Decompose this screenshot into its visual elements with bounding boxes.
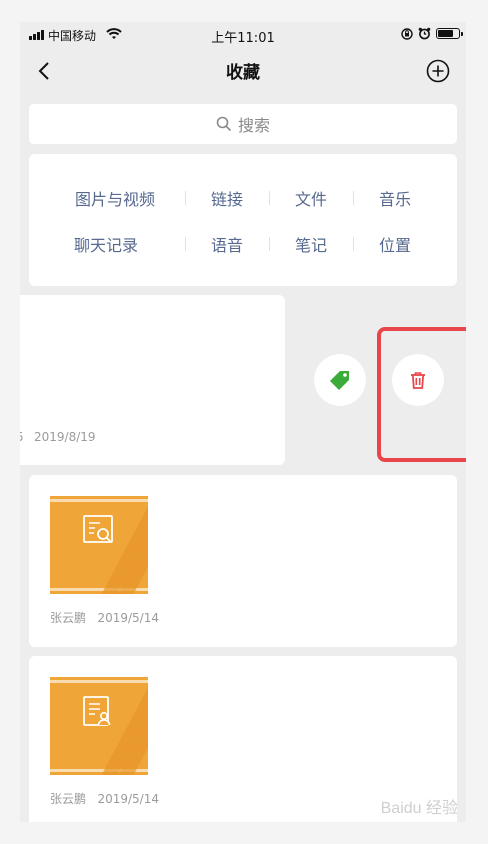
category-divider bbox=[353, 237, 354, 251]
page-title: 收藏 bbox=[226, 63, 260, 83]
status-time: 上午11:01 bbox=[211, 31, 275, 46]
file-thumbnail bbox=[50, 677, 148, 775]
category-files[interactable]: 文件 bbox=[295, 186, 327, 210]
item-date: 2019/5/14 bbox=[97, 611, 159, 625]
search-bar[interactable]: 搜索 bbox=[29, 104, 457, 144]
item-date: 2019/5/14 bbox=[97, 792, 159, 806]
file-thumbnail bbox=[50, 496, 148, 594]
favorite-item-swiped[interactable]: 5 2019/8/19 bbox=[20, 295, 285, 465]
status-right bbox=[401, 27, 463, 40]
battery-fill bbox=[438, 30, 453, 37]
item-meta: 张云鹏 2019/5/14 bbox=[50, 609, 159, 626]
category-location[interactable]: 位置 bbox=[379, 232, 411, 256]
tag-icon bbox=[330, 371, 349, 390]
plus-circle-icon[interactable] bbox=[426, 59, 450, 83]
category-chat-history[interactable]: 聊天记录 bbox=[74, 232, 138, 256]
alarm-icon bbox=[418, 27, 431, 40]
watermark: Baidu 经验 bbox=[380, 800, 458, 817]
category-divider bbox=[269, 237, 270, 251]
item-meta-partial: 5 bbox=[20, 430, 24, 444]
item-date: 2019/8/19 bbox=[34, 430, 96, 444]
category-music[interactable]: 音乐 bbox=[379, 186, 411, 210]
category-divider bbox=[185, 191, 186, 205]
category-panel: 图片与视频 链接 文件 音乐 聊天记录 语音 笔记 位置 bbox=[29, 154, 457, 286]
category-photos-videos[interactable]: 图片与视频 bbox=[75, 186, 155, 210]
tag-button[interactable] bbox=[314, 354, 366, 406]
doc-user-icon bbox=[83, 696, 111, 726]
category-notes[interactable]: 笔记 bbox=[295, 232, 327, 256]
battery-icon bbox=[436, 28, 463, 39]
item-meta: 张云鹏 2019/5/14 bbox=[50, 790, 159, 807]
phone-screen: 中国移动 上午11:01 收藏 搜索 图片与视频 链接 文件 音乐 聊天记录 语… bbox=[20, 22, 466, 822]
item-author: 张云鹏 bbox=[50, 792, 87, 806]
category-links[interactable]: 链接 bbox=[211, 186, 243, 210]
category-divider bbox=[269, 191, 270, 205]
nav-bar: 收藏 bbox=[20, 48, 466, 94]
category-voice[interactable]: 语音 bbox=[211, 232, 243, 256]
category-divider bbox=[353, 191, 354, 205]
delete-highlight-frame bbox=[377, 327, 466, 462]
doc-search-icon bbox=[83, 515, 113, 543]
search-placeholder: 搜索 bbox=[237, 116, 270, 135]
favorite-item-file[interactable]: 张云鹏 2019/5/14 bbox=[29, 475, 457, 647]
rotation-lock-icon bbox=[401, 27, 413, 40]
item-author: 张云鹏 bbox=[50, 611, 87, 625]
search-icon bbox=[216, 116, 232, 132]
status-bar: 中国移动 上午11:01 bbox=[20, 22, 466, 48]
category-divider bbox=[185, 237, 186, 251]
